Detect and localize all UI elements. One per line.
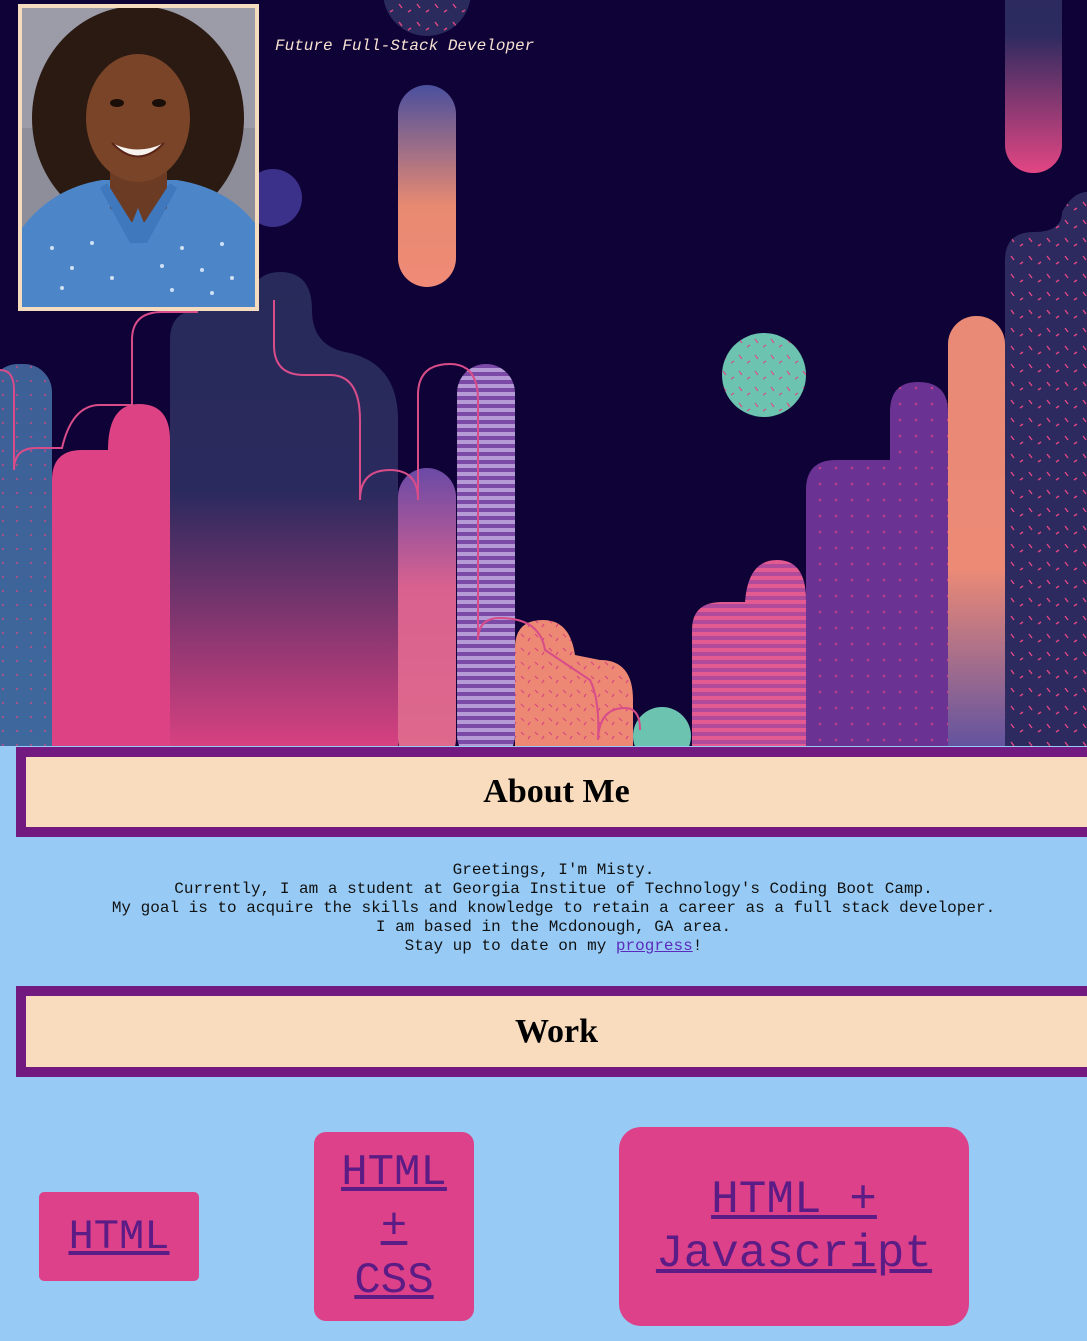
hero-banner: Future Full-Stack Developer (0, 0, 1087, 746)
about-line: I am based in the Mcdonough, GA area. (375, 918, 732, 936)
project-card-label: HTML + Javascript (655, 1173, 933, 1280)
about-section-header: About Me (16, 747, 1087, 837)
about-line: Currently, I am a student at Georgia Ins… (174, 880, 933, 898)
about-line: My goal is to acquire the skills and kno… (111, 899, 996, 917)
about-line: Greetings, I'm Misty. (452, 861, 655, 879)
project-card-label: HTML (68, 1212, 170, 1261)
progress-link[interactable]: progress (616, 937, 693, 955)
profile-photo (18, 4, 259, 311)
work-heading: Work (514, 1012, 599, 1050)
progress-suffix: ! (692, 937, 703, 955)
tagline: Future Full-Stack Developer (275, 37, 535, 55)
project-card-html-css[interactable]: HTML + CSS (314, 1132, 474, 1321)
project-card-html[interactable]: HTML (39, 1192, 199, 1281)
about-heading: About Me (483, 773, 630, 810)
about-body: Greetings, I'm Misty. Currently, I am a … (0, 861, 1087, 956)
project-card-label: HTML + CSS (341, 1147, 447, 1306)
progress-prefix: Stay up to date on my (404, 937, 616, 955)
work-section-header: Work (16, 986, 1087, 1077)
progress-line: Stay up to date on my progress! (0, 937, 1087, 956)
portrait-illustration (22, 8, 255, 307)
project-card-html-javascript[interactable]: HTML + Javascript (619, 1127, 969, 1326)
